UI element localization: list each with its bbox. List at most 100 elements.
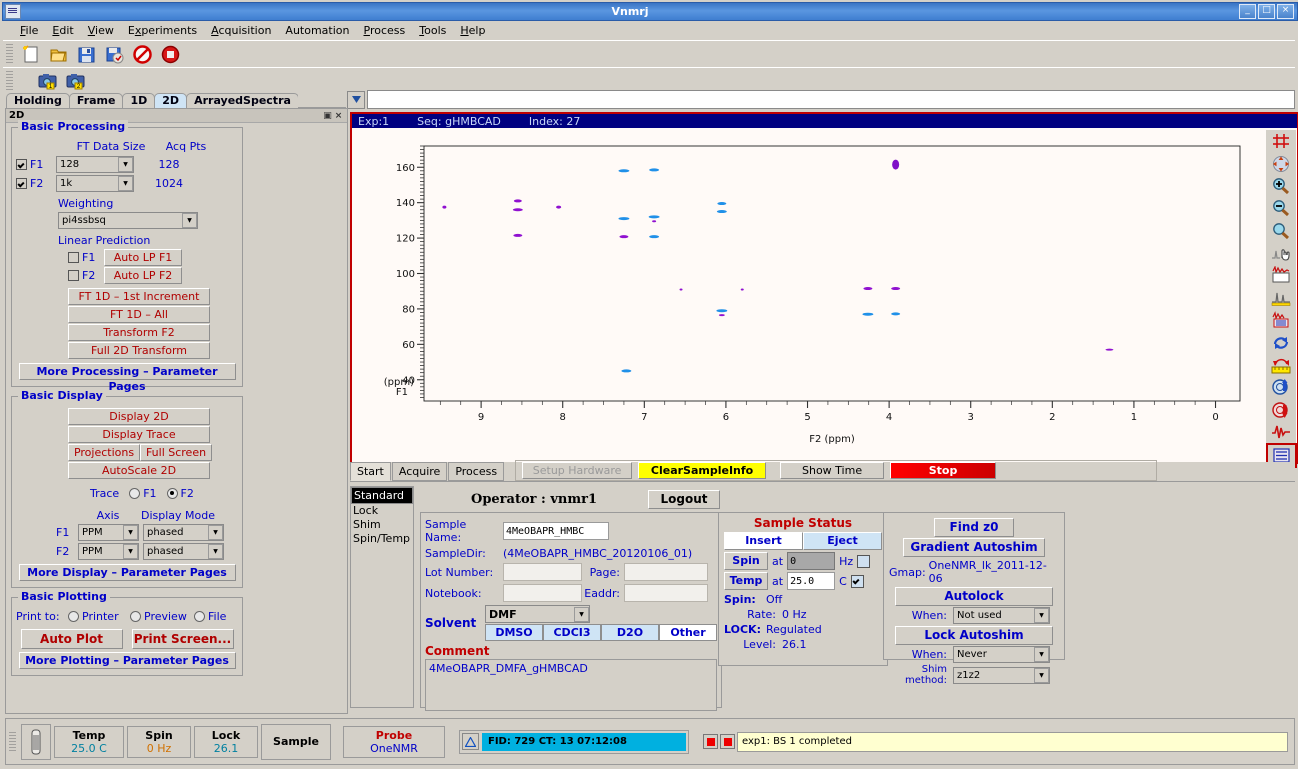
print-screen-button[interactable]: Print Screen... [131, 629, 234, 649]
tab-process[interactable]: Process [448, 462, 505, 481]
phase-up-icon[interactable] [1267, 376, 1296, 398]
refresh-icon[interactable] [1267, 331, 1296, 353]
menu-help[interactable]: Help [453, 23, 492, 38]
side-item-spin-temp[interactable]: Spin/Temp [351, 532, 413, 546]
menu-view[interactable]: View [81, 23, 121, 38]
eaddr-input[interactable] [624, 584, 708, 602]
tab-acquire[interactable]: Acquire [391, 462, 448, 481]
tab-arrayedspectra[interactable]: ArrayedSpectra [186, 93, 299, 108]
temp-button[interactable]: Temp [724, 572, 768, 590]
print-file-radio[interactable] [194, 611, 205, 622]
open-folder-icon[interactable] [45, 42, 71, 67]
zoom-out-icon[interactable] [1267, 197, 1296, 219]
weighting-select[interactable]: pi4ssbsq ▼ [58, 212, 198, 229]
mode-f2-select[interactable]: phased ▼ [143, 543, 224, 560]
maximize-button[interactable]: □ [1258, 4, 1275, 19]
trace-f1-radio[interactable] [129, 488, 141, 499]
stop-icon[interactable] [157, 42, 183, 67]
close-icon[interactable]: × [333, 111, 344, 121]
menu-file[interactable]: File [13, 23, 45, 38]
tab-frame[interactable]: Frame [68, 93, 124, 108]
clear-sample-info-button[interactable]: ClearSampleInfo [638, 462, 767, 479]
menu-acquisition[interactable]: Acquisition [204, 23, 278, 38]
status-sample-cell[interactable]: Sample [261, 723, 331, 760]
autolock-when-select[interactable]: Not used ▼ [953, 607, 1050, 624]
more-plotting-button[interactable]: More Plotting – Parameter Pages [18, 652, 236, 669]
pin-icon[interactable]: ▣ [322, 111, 333, 121]
scale-ruler-icon[interactable] [1267, 354, 1296, 376]
temp-enable-checkbox[interactable] [850, 574, 864, 588]
menu-experiments[interactable]: Experiments [121, 23, 204, 38]
save-icon[interactable] [73, 42, 99, 67]
threshold-box-icon[interactable] [1267, 264, 1296, 286]
page-input[interactable] [624, 563, 708, 581]
auto-plot-button[interactable]: Auto Plot [20, 629, 123, 649]
spin-enable-checkbox[interactable] [857, 554, 871, 568]
lp-f1-checkbox[interactable] [68, 252, 79, 263]
probe-cell[interactable]: Probe OneNMR [343, 725, 445, 758]
close-button[interactable]: × [1277, 4, 1294, 19]
eject-button[interactable]: Eject [803, 532, 882, 550]
gradient-autoshim-button[interactable]: Gradient Autoshim [903, 538, 1045, 557]
ft-f1-checkbox[interactable] [16, 159, 27, 170]
transform-f2-button[interactable]: Transform F2 [68, 324, 210, 341]
stop-acquisition-button-2[interactable] [720, 734, 735, 749]
cursor-hand-icon[interactable] [1267, 242, 1296, 264]
axis-f1-select[interactable]: PPM ▼ [78, 524, 139, 541]
ft-f2-size-select[interactable]: 1k ▼ [56, 175, 134, 192]
command-history-dropdown[interactable] [347, 90, 365, 109]
projections-button[interactable]: Projections [68, 444, 140, 461]
tab-holding[interactable]: Holding [6, 93, 70, 108]
mode-f1-select[interactable]: phased ▼ [143, 524, 224, 541]
trace-f2-radio[interactable] [166, 488, 178, 499]
menu-edit[interactable]: Edit [45, 23, 80, 38]
logout-button[interactable]: Logout [648, 490, 720, 509]
display-trace-button[interactable]: Display Trace [68, 426, 210, 443]
print-preview-radio[interactable] [130, 611, 141, 622]
status-lock-cell[interactable]: Lock 26.1 [194, 725, 258, 758]
menu-process[interactable]: Process [357, 23, 413, 38]
camera-2-icon[interactable]: 2 [63, 68, 89, 93]
side-item-standard[interactable]: Standard [351, 487, 413, 504]
pan-move-icon[interactable] [1267, 152, 1296, 174]
lock-autoshim-button[interactable]: Lock Autoshim [895, 626, 1053, 645]
spin-value-input[interactable] [787, 552, 836, 570]
sample-name-input[interactable] [503, 522, 609, 540]
display-2d-button[interactable]: Display 2D [68, 408, 210, 425]
solvent-other-button[interactable]: Other [659, 624, 717, 641]
ft-1d-all-button[interactable]: FT 1D – All [68, 306, 210, 323]
warning-triangle-icon[interactable] [462, 733, 479, 750]
solvent-d2o-button[interactable]: D2O [601, 624, 659, 641]
peak-pick-icon[interactable] [1267, 287, 1296, 309]
camera-1-icon[interactable]: 1 [35, 68, 61, 93]
auto-lp-f1-button[interactable]: Auto LP F1 [104, 249, 182, 266]
lock-when-select[interactable]: Never ▼ [953, 646, 1050, 663]
notebook-input[interactable] [503, 584, 582, 602]
print-printer-radio[interactable] [68, 611, 79, 622]
spectrum-trace-icon[interactable] [1267, 421, 1296, 443]
side-item-shim[interactable]: Shim [351, 518, 413, 532]
status-temp-cell[interactable]: Temp 25.0 C [54, 725, 124, 758]
more-processing-button[interactable]: More Processing – Parameter Pages [18, 363, 236, 393]
zoom-in-icon[interactable] [1267, 175, 1296, 197]
auto-lp-f2-button[interactable]: Auto LP F2 [104, 267, 182, 284]
solvent-select[interactable]: DMF ▼ [485, 605, 590, 623]
axis-f2-select[interactable]: PPM ▼ [78, 543, 139, 560]
tab-2d[interactable]: 2D [154, 93, 188, 108]
statusbar-grip[interactable] [9, 731, 16, 752]
stop-acquisition-button-1[interactable] [703, 734, 718, 749]
crosshair-grid-icon[interactable] [1267, 130, 1296, 152]
setup-hardware-button[interactable]: Setup Hardware [522, 462, 633, 479]
full-screen-button[interactable]: Full Screen [140, 444, 212, 461]
abort-icon[interactable] [129, 42, 155, 67]
full-2d-transform-button[interactable]: Full 2D Transform [68, 342, 210, 359]
probe-tube-icon[interactable] [21, 723, 51, 760]
toolbar-grip[interactable] [6, 44, 13, 64]
more-display-button[interactable]: More Display – Parameter Pages [18, 564, 236, 581]
shim-method-select[interactable]: z1z2 ▼ [953, 666, 1050, 684]
toolbar2-grip[interactable] [6, 70, 13, 91]
menu-automation[interactable]: Automation [278, 23, 356, 38]
solvent-cdcl3-button[interactable]: CDCI3 [543, 624, 601, 641]
spectrum-plot[interactable]: 40 60 80 100 120 140 160 F1 (ppm) 9 8 7 6 5 4 3 2 1 0 F2 (p… [352, 129, 1297, 462]
side-item-lock[interactable]: Lock [351, 504, 413, 518]
